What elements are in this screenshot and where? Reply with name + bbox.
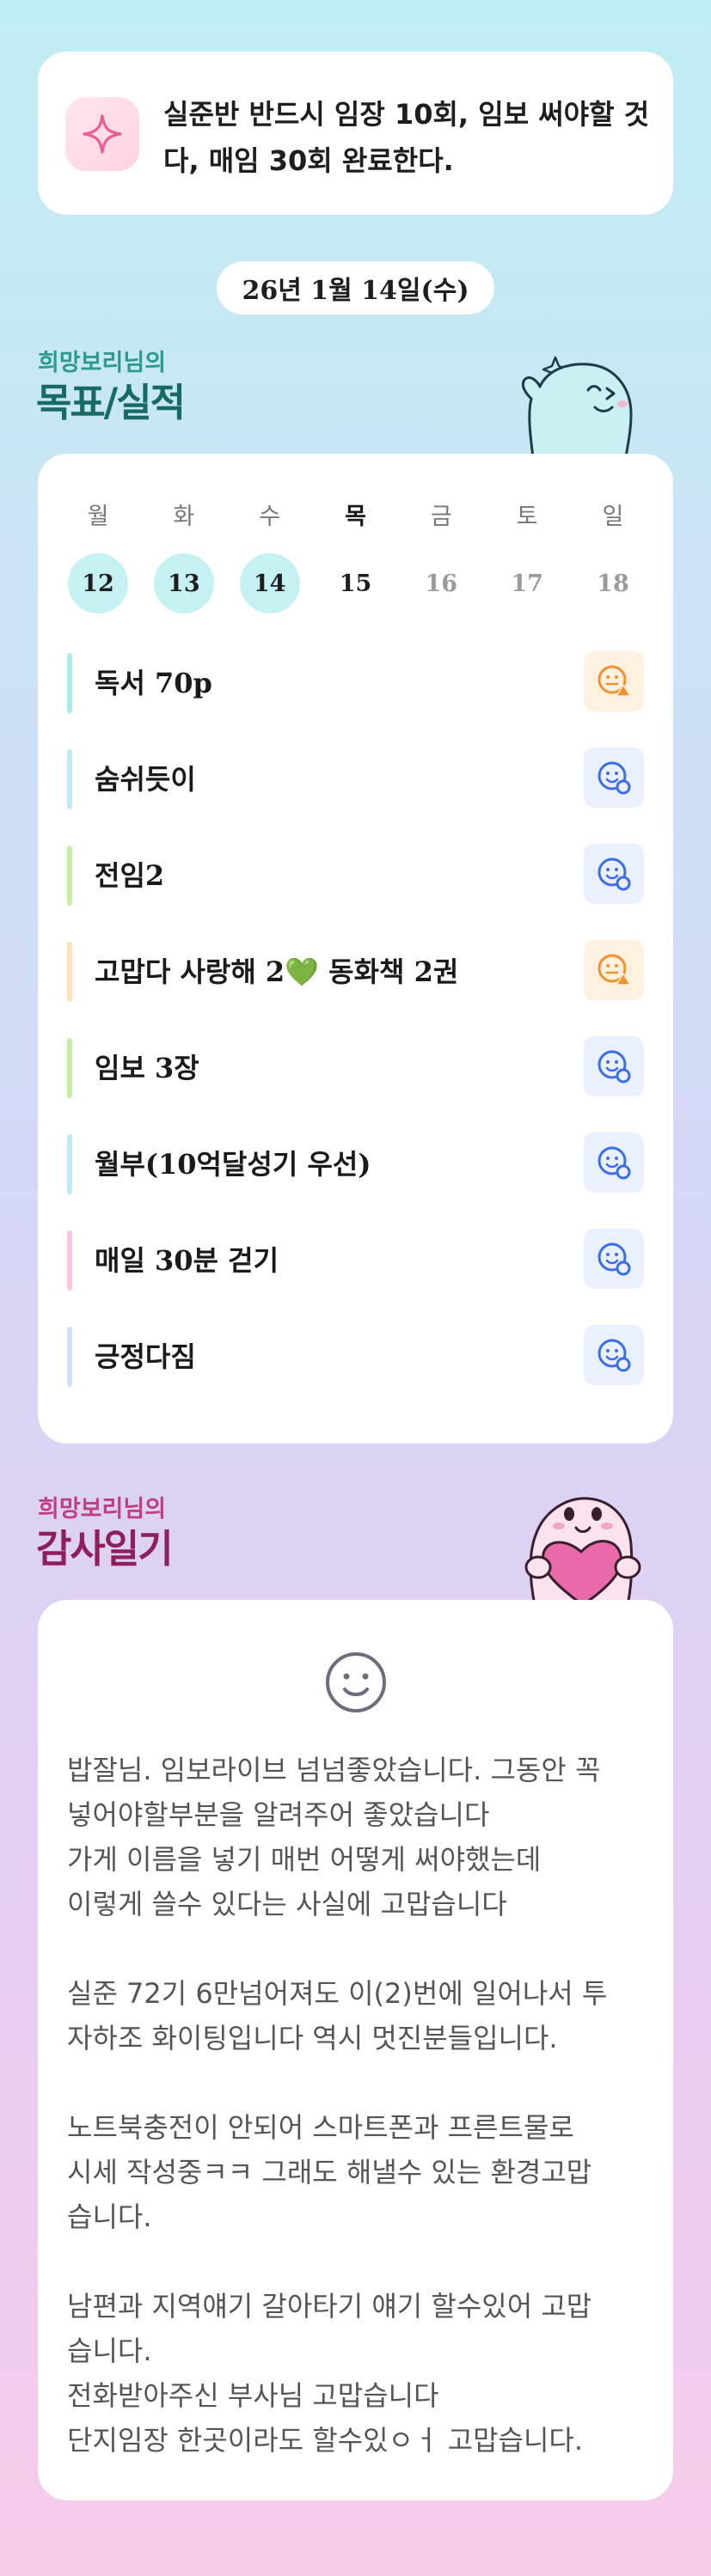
journal-paragraph: 밥잘님. 임보라이브 넘넘좋았습니다. 그동안 꼭 넣어야할부분을 알려주어 좋… [67,1754,601,1920]
weekday-label: 토 [516,504,538,530]
task-color-bar [67,1230,72,1291]
task-done-status-icon[interactable] [584,1036,644,1096]
gratitude-card: 밥잘님. 임보라이브 넘넘좋았습니다. 그동안 꼭 넣어야할부분을 알려주어 좋… [38,1600,673,2500]
task-label: 독서 70p [95,667,212,699]
task-pending-status-icon[interactable] [584,651,644,711]
weekday-label: 월 [87,504,109,530]
task-color-bar [67,1038,72,1098]
smiley-icon[interactable] [322,1648,390,1717]
calendar-date: 17 [511,570,543,597]
goals-section-title: 목표/실적 [36,380,186,425]
task-row[interactable]: 고맙다 사랑해 2💚 동화책 2권 [67,933,644,1029]
goal-text: 실준반 반드시 임장 10회, 임보 써야할 것 다, 매임 30회 완료한다. [163,98,650,177]
task-pending-status-icon[interactable] [584,940,644,1000]
gratitude-section-title: 감사일기 [36,1526,174,1572]
mascot-heart-illustration [524,1497,641,1605]
task-row[interactable]: 매일 30분 걷기 [67,1222,644,1318]
weekday-label: 일 [602,504,624,530]
goals-card: 월 12 화 13 수 14 목 15 금 16 토 17 일 18 독서 70p 숨쉬듯이전임2 고맙다 사… [38,454,673,1444]
task-label: 숨쉬듯이 [95,763,196,796]
sparkle-icon [65,97,139,171]
task-row[interactable]: 전임2 [67,837,644,933]
calendar-date: 13 [153,553,214,613]
task-label: 전임2 [95,859,165,892]
weekday-label: 수 [259,504,281,530]
weekday-label: 목 [345,504,366,530]
task-color-bar [67,1134,72,1194]
task-done-status-icon[interactable] [584,844,644,904]
weekday-label: 금 [430,504,452,530]
task-row[interactable]: 숨쉬듯이 [67,741,644,837]
task-done-status-icon[interactable] [584,1229,644,1289]
task-done-status-icon[interactable] [584,1132,644,1193]
calendar-date: 14 [239,553,300,613]
week-calendar: 월 12 화 13 수 14 목 15 금 16 토 17 일 18 [67,500,644,613]
calendar-day[interactable]: 월 12 [67,500,129,613]
task-color-bar [67,1327,72,1387]
task-label: 고맙다 사랑해 2💚 동화책 2권 [95,955,459,988]
calendar-day[interactable]: 화 13 [153,500,215,613]
task-color-bar [67,653,72,713]
gratitude-journal-text: 밥잘님. 임보라이브 넘넘좋았습니다. 그동안 꼭 넣어야할부분을 알려주어 좋… [67,1748,652,2463]
date-selector[interactable]: 26년 1월 14일(수) [217,261,494,314]
calendar-date: 16 [425,570,458,597]
task-label: 월부(10억달성기 우선) [95,1148,371,1181]
task-row[interactable]: 월부(10억달성기 우선) [67,1126,644,1222]
task-color-bar [67,749,72,809]
task-list: 독서 70p 숨쉬듯이전임2 고맙다 사랑해 2💚 동화책 2권임보 3장월부(10… [67,644,644,1414]
mascot-wave-illustration [521,356,633,457]
calendar-date: 12 [68,553,128,613]
task-color-bar [67,845,72,906]
calendar-day[interactable]: 수 14 [239,500,301,613]
task-row[interactable]: 긍정다짐 [67,1318,644,1414]
journal-paragraph: 남편과 지역얘기 갈아타기 얘기 할수있어 고맙 습니다. 전화받아주신 부사님… [67,2290,592,2457]
calendar-date: 15 [339,570,372,597]
task-label: 매일 30분 걷기 [95,1244,279,1277]
calendar-day[interactable]: 일 18 [582,500,644,613]
calendar-day[interactable]: 토 17 [496,500,558,613]
task-label: 임보 3장 [95,1052,199,1084]
goal-banner[interactable]: 실준반 반드시 임장 10회, 임보 써야할 것 다, 매임 30회 완료한다. [38,52,673,215]
calendar-date: 18 [597,570,629,597]
weekday-label: 화 [173,504,195,530]
task-color-bar [67,942,72,1002]
journal-paragraph: 노트북충전이 안되어 스마트폰과 프른트물로 시세 작성중ㅋㅋ 그래도 해낼수 … [67,2111,592,2233]
task-row[interactable]: 독서 70p [67,644,644,741]
task-row[interactable]: 임보 3장 [67,1029,644,1126]
task-done-status-icon[interactable] [584,748,644,808]
task-done-status-icon[interactable] [584,1325,644,1385]
calendar-day[interactable]: 목 15 [324,500,386,613]
journal-paragraph: 실준 72기 6만넘어져도 이(2)번에 일어나서 투 자하조 화이팅입니다 역… [67,1977,608,2054]
calendar-day[interactable]: 금 16 [410,500,472,613]
task-label: 긍정다짐 [95,1340,196,1373]
